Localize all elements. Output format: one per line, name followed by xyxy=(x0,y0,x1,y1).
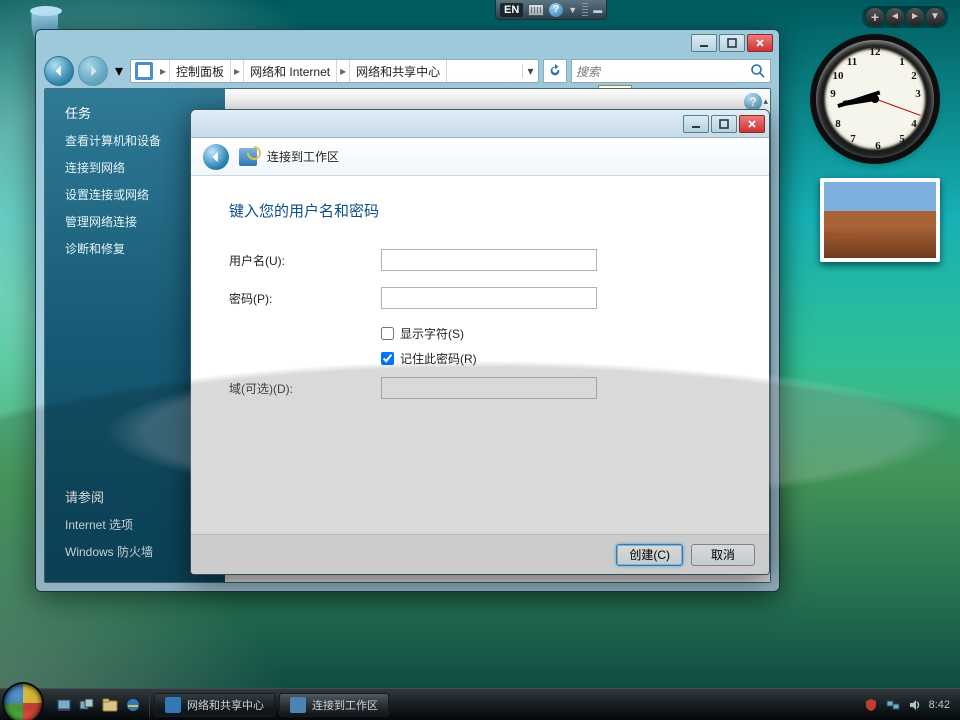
close-button[interactable] xyxy=(747,34,773,52)
grip-icon[interactable] xyxy=(582,3,588,17)
system-tray[interactable]: 8:42 xyxy=(853,697,960,713)
breadcrumb-item[interactable]: 网络和共享中心 xyxy=(350,60,447,82)
next-icon[interactable]: ► xyxy=(906,8,924,26)
dialog-title: 连接到工作区 xyxy=(267,148,339,165)
wizard-back-button[interactable] xyxy=(203,144,229,170)
nav-forward-button[interactable] xyxy=(78,56,108,86)
chevron-up-icon[interactable]: ▴ xyxy=(763,96,768,107)
wizard-icon xyxy=(239,148,257,166)
tray-volume-icon[interactable] xyxy=(907,697,923,713)
prev-icon[interactable]: ◄ xyxy=(886,8,904,26)
help-icon[interactable]: ? xyxy=(549,3,563,17)
dropdown-icon[interactable]: ▼ xyxy=(568,5,577,15)
search-input[interactable]: 搜索 xyxy=(571,59,771,83)
password-label: 密码(P): xyxy=(229,290,381,307)
taskbar-item-connect-workplace[interactable]: 连接到工作区 xyxy=(279,693,389,717)
second-hand xyxy=(875,99,920,116)
taskbar-item-label: 网络和共享中心 xyxy=(187,697,264,713)
refresh-button[interactable] xyxy=(543,59,567,83)
app-icon xyxy=(165,697,181,713)
show-desktop-icon[interactable] xyxy=(54,695,74,715)
tray-network-icon[interactable] xyxy=(885,697,901,713)
tray-clock[interactable]: 8:42 xyxy=(929,699,950,711)
ql-ie-icon[interactable] xyxy=(123,695,143,715)
username-label: 用户名(U): xyxy=(229,252,381,269)
sidebar-controls[interactable]: + ◄ ► ▼ xyxy=(862,6,948,28)
breadcrumb-item[interactable]: 控制面板 xyxy=(170,60,231,82)
keyboard-icon[interactable] xyxy=(528,4,544,16)
quick-launch xyxy=(48,693,150,717)
breadcrumb-item[interactable]: 网络和 Internet xyxy=(244,60,337,82)
clock-gadget[interactable]: 12 3 6 9 1 2 4 5 7 8 10 11 xyxy=(816,40,934,158)
taskbar-item-label: 连接到工作区 xyxy=(312,697,378,713)
dialog-close-button[interactable] xyxy=(739,115,765,133)
chevron-right-icon[interactable]: ▸ xyxy=(231,60,244,82)
show-chars-checkbox[interactable] xyxy=(381,327,394,340)
domain-label: 域(可选)(D): xyxy=(229,380,381,397)
search-placeholder: 搜索 xyxy=(576,63,750,80)
control-panel-icon xyxy=(135,62,153,80)
search-icon xyxy=(750,63,766,79)
domain-input[interactable] xyxy=(381,377,597,399)
chevron-right-icon[interactable]: ▸ xyxy=(337,60,350,82)
start-button[interactable] xyxy=(4,684,42,720)
minimize-button[interactable] xyxy=(691,34,717,52)
lang-code[interactable]: EN xyxy=(500,3,523,17)
window-titlebar[interactable] xyxy=(36,30,779,56)
cancel-button[interactable]: 取消 xyxy=(691,544,755,566)
username-input[interactable] xyxy=(381,249,597,271)
ql-explorer-icon[interactable] xyxy=(100,695,120,715)
taskbar-item-network-center[interactable]: 网络和共享中心 xyxy=(154,693,275,717)
address-dropdown-icon[interactable]: ▾ xyxy=(522,64,538,78)
slideshow-gadget[interactable] xyxy=(820,178,940,262)
minimize-langbar-icon[interactable]: ▬ xyxy=(593,5,602,15)
dialog-titlebar[interactable] xyxy=(191,110,769,138)
remember-label: 记住此密码(R) xyxy=(400,350,477,367)
show-chars-label: 显示字符(S) xyxy=(400,325,464,342)
chevron-right-icon[interactable]: ▸ xyxy=(157,60,170,82)
taskbar[interactable]: 网络和共享中心 连接到工作区 8:42 xyxy=(0,688,960,720)
password-input[interactable] xyxy=(381,287,597,309)
dialog-maximize-button[interactable] xyxy=(711,115,737,133)
nav-history-dropdown[interactable]: ▾ xyxy=(112,62,126,80)
dialog-minimize-button[interactable] xyxy=(683,115,709,133)
tray-security-icon[interactable] xyxy=(863,697,879,713)
maximize-button[interactable] xyxy=(719,34,745,52)
app-icon xyxy=(290,697,306,713)
add-gadget-icon[interactable]: + xyxy=(866,8,884,26)
create-button[interactable]: 创建(C) xyxy=(616,544,683,566)
dialog-heading: 键入您的用户名和密码 xyxy=(229,200,731,221)
switch-windows-icon[interactable] xyxy=(77,695,97,715)
address-bar[interactable]: ▸ 控制面板 ▸ 网络和 Internet ▸ 网络和共享中心 ▾ xyxy=(130,59,539,83)
connect-workplace-dialog: 连接到工作区 键入您的用户名和密码 用户名(U): 密码(P): 显示字符(S)… xyxy=(190,109,770,575)
nav-back-button[interactable] xyxy=(44,56,74,86)
remember-checkbox[interactable] xyxy=(381,352,394,365)
sidebar-menu-icon[interactable]: ▼ xyxy=(926,8,944,26)
language-bar[interactable]: EN ? ▼ ▬ xyxy=(495,0,607,20)
